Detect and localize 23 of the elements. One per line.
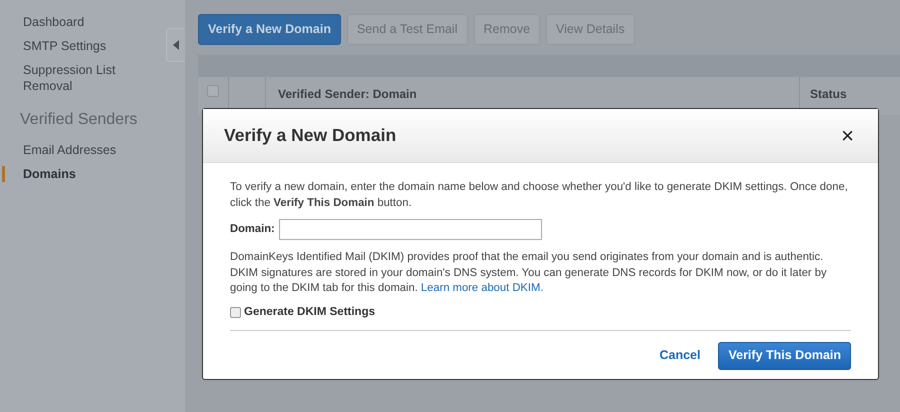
cancel-link[interactable]: Cancel xyxy=(659,348,700,364)
sidebar-item[interactable]: SMTP Settings xyxy=(0,38,160,54)
sidebar-item[interactable]: Suppression List Removal xyxy=(0,62,160,94)
column-header: Verified Sender: Domain xyxy=(278,86,417,101)
checkbox-label: Generate DKIM Settings xyxy=(244,304,375,320)
close-button[interactable]: × xyxy=(837,124,858,146)
column-header: Status xyxy=(810,86,847,101)
select-all-checkbox[interactable] xyxy=(207,84,219,97)
collapse-toggle[interactable] xyxy=(166,28,185,62)
dkim-text: DomainKeys Identified Mail (DKIM) provides proof that the email you send originates from your domain and is authentic. DKIM signatures are stored in your domain's DNS system. You can generate DNS records for DKIM now, or do it later by going to the DKIM tab for this domain. Learn more about DKIM. xyxy=(230,250,828,296)
sidebar-item[interactable]: Dashboard xyxy=(0,14,160,30)
domain-input-field[interactable] xyxy=(278,219,542,240)
verify-button[interactable]: Verify This Domain xyxy=(718,342,851,370)
sidebar-heading: Verified Senders xyxy=(19,110,138,130)
caret-left-icon xyxy=(173,40,179,50)
checkbox[interactable] xyxy=(230,306,241,318)
domain-label: Domain: xyxy=(230,222,275,237)
intro-text: To verify a new domain, enter the domain name below and choose whether you'd like to generate DKIM settings. Once done, click the Verify This Domain button. xyxy=(230,180,849,210)
learn-more-link[interactable]: Learn more about DKIM. xyxy=(420,282,544,294)
sidebar-item[interactable]: Email Addresses xyxy=(0,142,160,158)
toolbar-button[interactable]: Verify a New Domain xyxy=(198,14,341,45)
sidebar-item[interactable]: Domains xyxy=(2,166,162,182)
dialog-title: Verify a New Domain xyxy=(224,124,396,148)
